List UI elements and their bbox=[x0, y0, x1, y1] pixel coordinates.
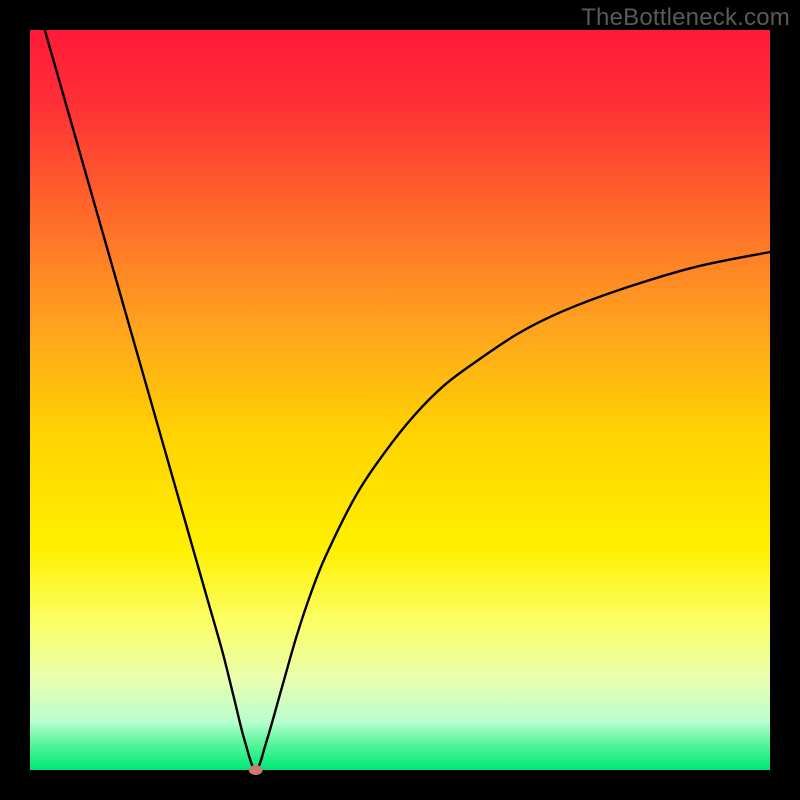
chart-frame: TheBottleneck.com bbox=[0, 0, 800, 800]
bottleneck-chart bbox=[0, 0, 800, 800]
plot-background bbox=[30, 30, 770, 770]
watermark-text: TheBottleneck.com bbox=[581, 4, 790, 32]
minimum-marker bbox=[249, 765, 263, 775]
